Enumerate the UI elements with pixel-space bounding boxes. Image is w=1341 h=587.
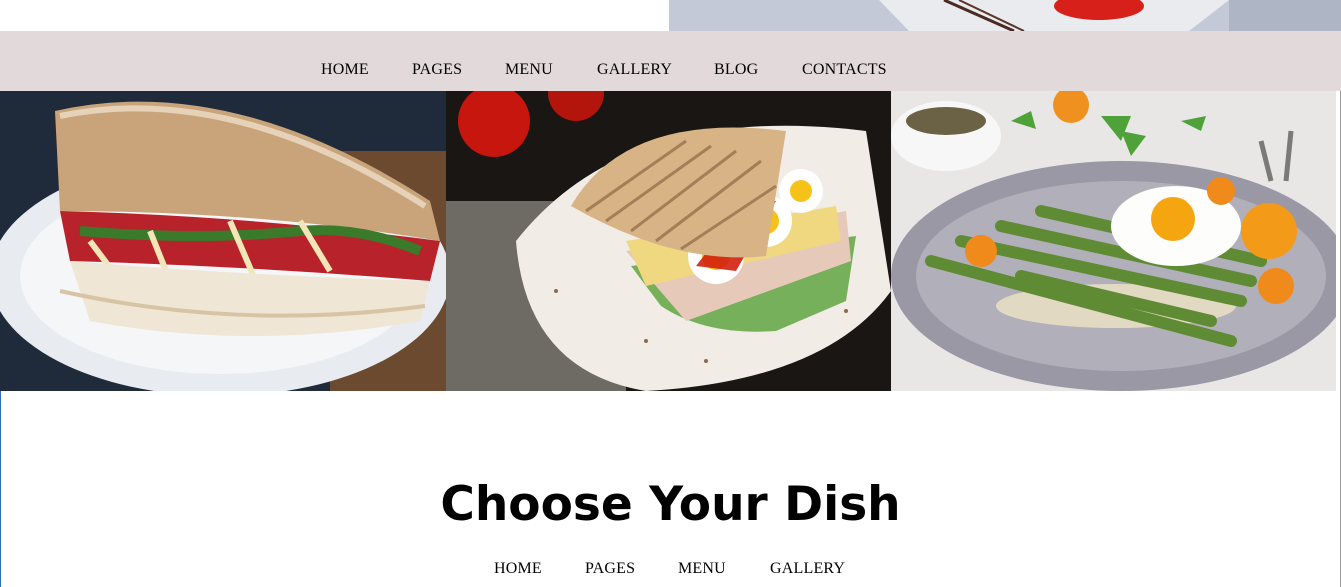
nav-menu-link[interactable]: MENU (505, 61, 553, 79)
nav-home-link[interactable]: HOME (321, 61, 369, 79)
nav-blog-link[interactable]: BLOG (714, 61, 758, 79)
top-image-strip (0, 0, 1341, 31)
section-nav-gallery-link[interactable]: GALLERY (770, 560, 845, 578)
top-food-photo (669, 0, 1341, 31)
food-photo-row (0, 91, 1336, 391)
nav-contacts-link[interactable]: CONTACTS (802, 61, 887, 79)
top-blank-area (0, 0, 669, 31)
section-nav: HOME PAGES MENU GALLERY (0, 560, 1341, 582)
section-nav-home-link[interactable]: HOME (494, 560, 542, 578)
main-navbar: HOME PAGES MENU GALLERY BLOG CONTACTS (0, 31, 1341, 91)
section-title: Choose Your Dish (440, 477, 901, 532)
ciabatta-sandwich-photo[interactable] (0, 91, 446, 391)
section-nav-pages-link[interactable]: PAGES (585, 560, 635, 578)
nav-pages-link[interactable]: PAGES (412, 61, 462, 79)
grilled-panini-egg-photo[interactable] (446, 91, 891, 391)
nav-gallery-link[interactable]: GALLERY (597, 61, 672, 79)
section-nav-menu-link[interactable]: MENU (678, 560, 726, 578)
asparagus-fried-egg-photo[interactable] (891, 91, 1336, 391)
